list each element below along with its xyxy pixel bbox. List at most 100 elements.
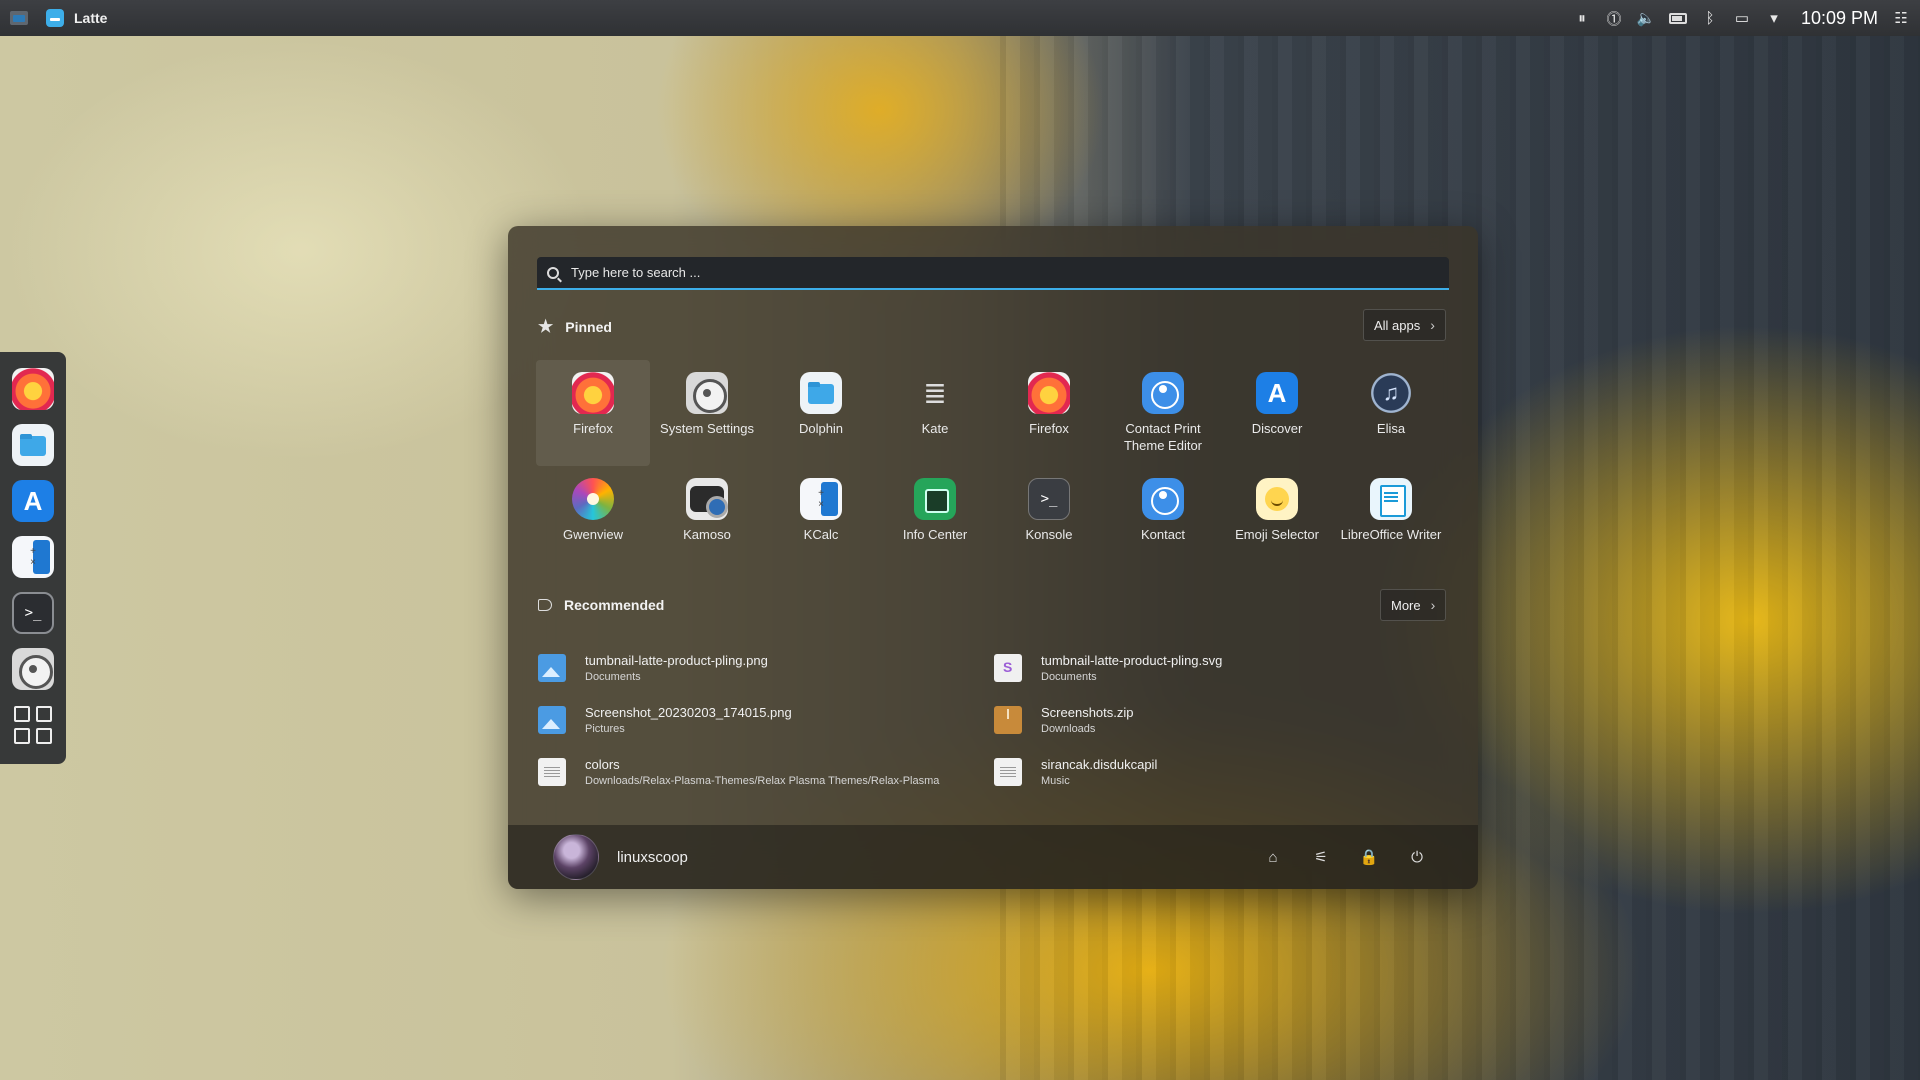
search-icon <box>547 266 559 279</box>
lock-icon[interactable]: 🔒 <box>1358 846 1380 868</box>
top-panel: Latte ⏸ ⓵ 🔈 ᛒ ▭ ▾ 10:09 PM ☷ <box>0 0 1920 36</box>
pinned-app-firefox-2[interactable]: Firefox <box>992 360 1106 466</box>
app-label: Emoji Selector <box>1235 527 1319 542</box>
file-path: Documents <box>585 671 641 683</box>
contact-icon <box>1142 372 1184 414</box>
settings-sliders-icon[interactable]: ⚟ <box>1310 846 1332 868</box>
discover-icon: A <box>1256 372 1298 414</box>
pinned-app-contact-print-theme-editor[interactable]: Contact Print Theme Editor <box>1106 360 1220 466</box>
info-center-icon <box>914 478 956 520</box>
list-item[interactable]: Screenshot_20230203_174015.png Pictures <box>538 694 994 746</box>
emoji-icon <box>1256 478 1298 520</box>
file-path: Music <box>1041 775 1070 787</box>
app-label: KCalc <box>803 527 839 542</box>
elisa-icon: ♫ <box>1370 372 1412 414</box>
user-name[interactable]: linuxscoop <box>617 849 688 866</box>
pause-icon[interactable]: ⏸ <box>1573 10 1591 27</box>
tray-expand-icon[interactable]: ▾ <box>1765 9 1783 27</box>
app-label: Info Center <box>902 527 968 542</box>
firefox-icon[interactable] <box>12 368 54 410</box>
recommended-list: tumbnail-latte-product-pling.png Documen… <box>538 642 1450 798</box>
active-app-name: Latte <box>74 10 108 26</box>
file-path: Pictures <box>585 723 625 735</box>
pinned-app-system-settings[interactable]: System Settings <box>650 360 764 466</box>
pinned-title: Pinned <box>565 319 612 335</box>
app-grid-icon[interactable] <box>12 704 54 746</box>
volume-icon[interactable]: 🔈 <box>1637 9 1656 27</box>
pinned-app-elisa[interactable]: ♫ Elisa <box>1334 360 1448 466</box>
pinned-header: ★ Pinned <box>538 317 612 337</box>
power-icon[interactable]: ⏻ <box>1406 846 1428 868</box>
terminal-icon: >_ <box>1028 478 1070 520</box>
folder-icon[interactable] <box>12 424 54 466</box>
pinned-app-kamoso[interactable]: Kamoso <box>650 466 764 572</box>
kate-icon: ≣ <box>923 377 947 409</box>
file-name: Screenshot_20230203_174015.png <box>585 705 792 720</box>
recommended-title: Recommended <box>564 597 665 613</box>
kamoso-icon <box>686 478 728 520</box>
pinned-app-kcalc[interactable]: + × KCalc <box>764 466 878 572</box>
terminal-icon[interactable]: >_ <box>12 592 54 634</box>
latte-dock: A + × >_ <box>0 352 66 764</box>
bluetooth-icon[interactable]: ᛒ <box>1701 10 1719 27</box>
battery-icon[interactable] <box>1668 12 1687 24</box>
updates-icon[interactable]: ⓵ <box>1605 8 1623 29</box>
list-item[interactable]: tumbnail-latte-product-pling.svg Documen… <box>994 642 1450 694</box>
list-item[interactable]: tumbnail-latte-product-pling.png Documen… <box>538 642 994 694</box>
list-item[interactable]: colors Downloads/Relax-Plasma-Themes/Rel… <box>538 746 994 798</box>
pinned-app-kate[interactable]: ≣ Kate <box>878 360 992 466</box>
app-label: System Settings <box>660 421 754 436</box>
pinned-app-dolphin[interactable]: Dolphin <box>764 360 878 466</box>
image-file-icon <box>538 706 566 734</box>
file-name: tumbnail-latte-product-pling.png <box>585 653 768 668</box>
pinned-app-kontact[interactable]: Kontact <box>1106 466 1220 572</box>
app-label: Contact Print Theme Editor <box>1123 421 1203 453</box>
star-icon: ★ <box>538 317 554 336</box>
footer-actions: ⌂ ⚟ 🔒 ⏻ <box>1262 846 1428 868</box>
file-path: Downloads/Relax-Plasma-Themes/Relax Plas… <box>585 775 940 787</box>
pinned-apps-grid: Firefox System Settings Dolphin ≣ Kate F… <box>536 360 1448 572</box>
app-label: Gwenview <box>563 527 623 542</box>
file-name: tumbnail-latte-product-pling.svg <box>1041 653 1223 668</box>
app-label: Discover <box>1251 421 1303 436</box>
latte-app-icon <box>46 9 64 27</box>
search-input[interactable] <box>571 265 1431 280</box>
panel-settings-icon[interactable]: ☷ <box>1892 9 1910 27</box>
firefox-icon <box>572 372 614 414</box>
menu-footer: linuxscoop ⌂ ⚟ 🔒 ⏻ <box>508 825 1478 889</box>
system-tray: ⏸ ⓵ 🔈 ᛒ ▭ ▾ 10:09 PM ☷ <box>1573 8 1910 29</box>
app-label: Elisa <box>1376 421 1406 436</box>
more-button[interactable]: More › <box>1380 589 1447 621</box>
pinned-app-discover[interactable]: A Discover <box>1220 360 1334 466</box>
home-icon[interactable]: ⌂ <box>1262 846 1284 868</box>
display-icon[interactable]: ▭ <box>1733 9 1751 27</box>
app-label: Konsole <box>1025 527 1073 542</box>
avatar[interactable] <box>553 834 599 880</box>
svg-file-icon <box>994 654 1022 682</box>
pinned-app-konsole[interactable]: >_ Konsole <box>992 466 1106 572</box>
list-item[interactable]: Screenshots.zip Downloads <box>994 694 1450 746</box>
pinned-app-emoji-selector[interactable]: Emoji Selector <box>1220 466 1334 572</box>
pinned-app-gwenview[interactable]: Gwenview <box>536 466 650 572</box>
file-name: colors <box>585 757 620 772</box>
app-label: LibreOffice Writer <box>1340 527 1442 542</box>
list-item[interactable]: sirancak.disdukcapil Music <box>994 746 1450 798</box>
app-label: Kate <box>921 421 949 436</box>
file-path: Documents <box>1041 671 1097 683</box>
settings-icon[interactable] <box>12 648 54 690</box>
window-list-icon[interactable] <box>10 11 28 25</box>
calculator-icon[interactable]: + × <box>12 536 54 578</box>
pinned-app-info-center[interactable]: Info Center <box>878 466 992 572</box>
text-file-icon <box>994 758 1022 786</box>
chevron-right-icon: › <box>1430 317 1435 333</box>
file-name: sirancak.disdukcapil <box>1041 757 1158 772</box>
pinned-app-libreoffice-writer[interactable]: LibreOffice Writer <box>1334 466 1448 572</box>
app-label: Dolphin <box>798 421 844 436</box>
discover-icon[interactable]: A <box>12 480 54 522</box>
search-bar[interactable] <box>537 257 1449 290</box>
clock[interactable]: 10:09 PM <box>1801 8 1878 29</box>
app-label: Firefox <box>573 421 613 436</box>
settings-icon <box>686 372 728 414</box>
all-apps-button[interactable]: All apps › <box>1363 309 1446 341</box>
pinned-app-firefox[interactable]: Firefox <box>536 360 650 466</box>
